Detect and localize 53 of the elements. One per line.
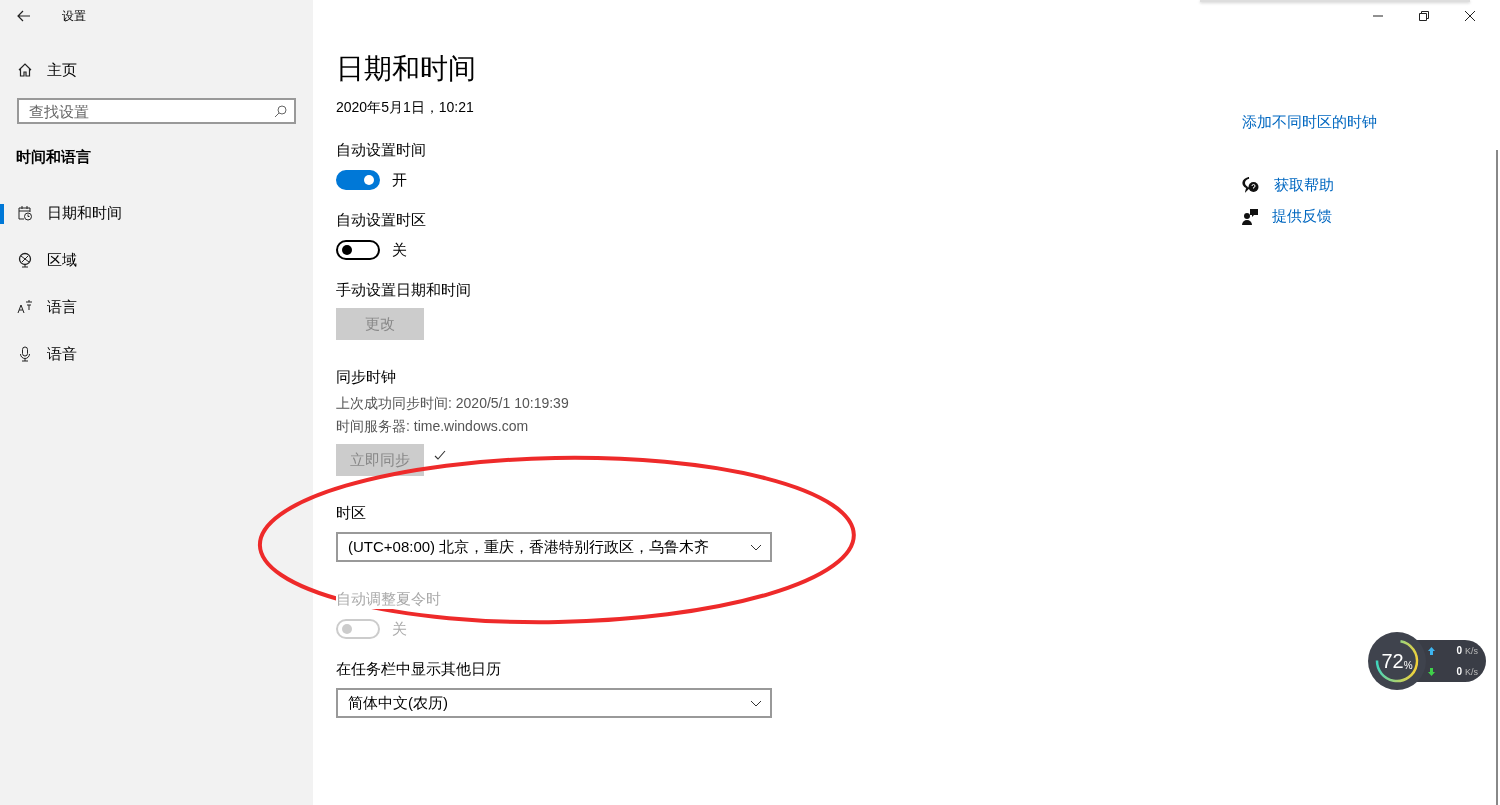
language-icon	[17, 299, 33, 315]
globe-icon	[17, 252, 33, 268]
download-rate: 0	[1456, 666, 1462, 677]
setting-label: 同步时钟	[336, 368, 397, 387]
checkmark-icon	[434, 450, 446, 460]
section-heading: 时间和语言	[15, 148, 92, 167]
back-icon[interactable]	[17, 10, 31, 22]
search-icon	[274, 105, 287, 118]
setting-label: 自动设置时间	[336, 141, 427, 160]
timezone-dropdown[interactable]: (UTC+08:00) 北京，重庆，香港特别行政区，乌鲁木齐	[336, 532, 772, 562]
upload-rate: 0	[1456, 645, 1462, 656]
microphone-icon	[17, 346, 33, 362]
toggle-switch[interactable]	[336, 240, 380, 260]
chat-help-icon	[1242, 177, 1260, 194]
calendar-dropdown[interactable]: 简体中文(农历)	[336, 688, 772, 718]
percent-unit: %	[1403, 659, 1413, 671]
last-sync-text: 上次成功同步时间: 2020/5/1 10:19:39	[336, 395, 570, 413]
time-server-text: 时间服务器: time.windows.com	[336, 418, 530, 436]
upload-arrow-icon	[1428, 646, 1435, 655]
usage-ring	[1375, 639, 1419, 683]
home-link[interactable]: 主页	[0, 54, 313, 86]
close-icon[interactable]	[1464, 10, 1476, 22]
usage-percent: 72	[1381, 649, 1404, 673]
feedback-person-icon	[1242, 208, 1258, 225]
chevron-down-icon	[750, 699, 762, 707]
restore-icon[interactable]	[1418, 10, 1430, 22]
rate-unit: K/s	[1465, 645, 1478, 656]
network-meter-widget[interactable]: 0 K/s 0 K/s 72%	[1368, 632, 1486, 690]
sidebar-item[interactable]: 语言	[0, 289, 313, 325]
calendar-clock-icon	[17, 205, 33, 221]
page-title: 日期和时间	[336, 52, 477, 86]
sidebar-item[interactable]: 日期和时间	[0, 195, 313, 231]
toggle-state: 关	[392, 240, 407, 260]
home-icon	[17, 62, 33, 78]
setting-label: 在任务栏中显示其他日历	[336, 660, 502, 679]
search-field[interactable]: 查找设置	[17, 98, 296, 124]
setting-label: 自动设置时区	[336, 211, 427, 230]
help-link[interactable]: 提供反馈	[1272, 207, 1332, 226]
setting-label: 自动调整夏令时	[336, 590, 441, 609]
download-arrow-icon	[1428, 667, 1435, 676]
sidebar-item[interactable]: 区域	[0, 242, 313, 278]
help-link[interactable]: 获取帮助	[1274, 176, 1334, 195]
setting-label: 手动设置日期和时间	[336, 281, 472, 300]
setting-label: 时区	[336, 504, 367, 523]
toggle-state: 关	[392, 619, 407, 639]
toggle-switch[interactable]	[336, 170, 380, 190]
toggle-state: 开	[392, 170, 407, 190]
rate-unit: K/s	[1465, 666, 1478, 677]
chevron-down-icon	[750, 543, 762, 551]
window-title: 设置	[62, 7, 86, 25]
current-datetime: 2020年5月1日，10:21	[336, 99, 475, 117]
add-clocks-link[interactable]: 添加不同时区的时钟	[1242, 113, 1377, 130]
sidebar-item[interactable]: 语音	[0, 336, 313, 372]
